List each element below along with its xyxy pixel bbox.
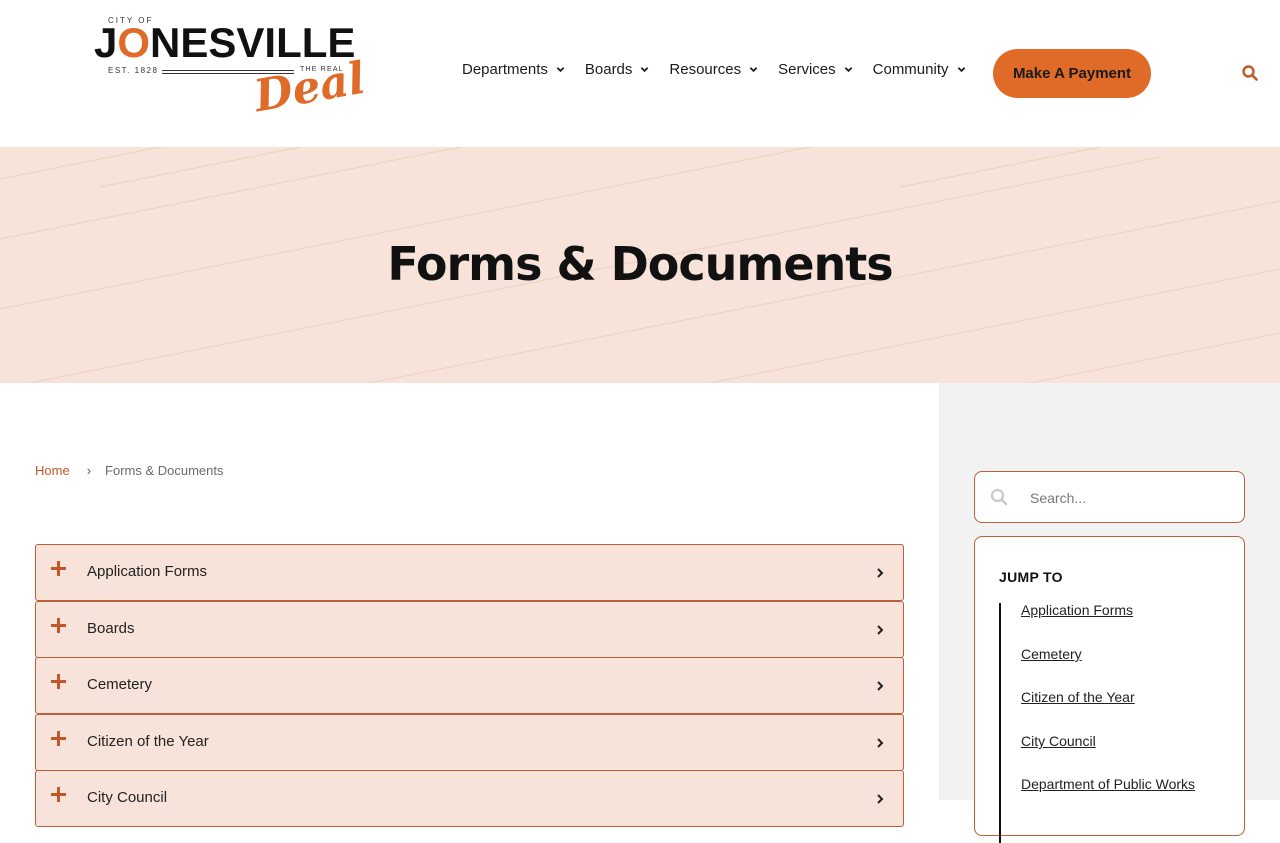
chevron-down-icon — [957, 66, 965, 72]
page-title: Forms & Documents — [387, 237, 893, 291]
sidebar-search-input[interactable] — [1030, 486, 1230, 510]
plus-icon — [51, 561, 67, 577]
plus-icon — [51, 674, 67, 690]
main-nav: Departments Boards Resources Services Co… — [462, 58, 986, 80]
nav-label: Departments — [462, 60, 548, 78]
breadcrumb-current: Forms & Documents — [105, 463, 224, 478]
chevron-right-icon — [877, 794, 884, 804]
accordion-label: Application Forms — [87, 563, 208, 580]
jump-to-title: JUMP TO — [999, 569, 1063, 585]
nav-departments[interactable]: Departments — [462, 58, 565, 80]
jump-link-citizen-of-the-year[interactable]: Citizen of the Year — [1021, 690, 1221, 704]
jump-link-city-council[interactable]: City Council — [1021, 734, 1221, 748]
chevron-right-icon — [877, 738, 884, 748]
accordion-item-cemetery[interactable]: Cemetery — [35, 657, 904, 714]
nav-label: Services — [778, 60, 836, 78]
breadcrumb: Home › Forms & Documents — [35, 463, 224, 478]
chevron-right-icon — [877, 625, 884, 635]
site-header: CITY OF JONESVILLE EST. 1828 THE REAL De… — [0, 0, 1280, 147]
nav-community[interactable]: Community — [873, 58, 966, 80]
search-icon — [990, 488, 1008, 506]
jump-to-rule — [999, 603, 1001, 843]
accordion-item-citizen-of-the-year[interactable]: Citizen of the Year — [35, 714, 904, 771]
chevron-down-icon — [641, 66, 649, 72]
nav-boards[interactable]: Boards — [585, 58, 650, 80]
plus-icon — [51, 787, 67, 803]
city-logo[interactable]: CITY OF JONESVILLE EST. 1828 THE REAL De… — [94, 16, 374, 124]
accordion-label: Boards — [87, 620, 135, 637]
breadcrumb-separator: › — [86, 463, 92, 478]
accordion-item-application-forms[interactable]: Application Forms — [35, 544, 904, 601]
accordion-item-city-council[interactable]: City Council — [35, 770, 904, 827]
chevron-down-icon — [556, 66, 565, 72]
accordion-label: Citizen of the Year — [87, 733, 209, 750]
chevron-down-icon — [844, 66, 852, 72]
chevron-right-icon — [877, 568, 884, 578]
logo-est: EST. 1828 — [108, 66, 159, 75]
accordion-label: Cemetery — [87, 676, 153, 693]
plus-icon — [51, 731, 67, 747]
chevron-down-icon — [749, 66, 758, 72]
search-icon[interactable] — [1241, 64, 1259, 82]
nav-label: Community — [872, 60, 949, 78]
nav-label: Boards — [584, 60, 633, 78]
jump-link-application-forms[interactable]: Application Forms — [1021, 603, 1221, 617]
main-content: Home › Forms & Documents Application For… — [0, 383, 939, 827]
nav-resources[interactable]: Resources — [669, 58, 758, 80]
logo-wordmark: JONESVILLE — [94, 19, 356, 66]
plus-icon — [51, 618, 67, 634]
jump-to-panel: JUMP TO Application Forms Cemetery Citiz… — [974, 536, 1245, 843]
nav-services[interactable]: Services — [778, 58, 853, 80]
jump-link-cemetery[interactable]: Cemetery — [1021, 647, 1221, 661]
accordion-item-boards[interactable]: Boards — [35, 601, 904, 658]
jump-link-department-of-public-works[interactable]: Department of Public Works — [1021, 777, 1221, 791]
page-hero: Forms & Documents — [0, 147, 1280, 383]
chevron-right-icon — [877, 681, 884, 691]
sidebar-search — [974, 471, 1245, 523]
breadcrumb-home-link[interactable]: Home — [35, 463, 70, 478]
nav-label: Resources — [669, 60, 742, 78]
accordion-label: City Council — [87, 789, 168, 806]
sidebar: JUMP TO Application Forms Cemetery Citiz… — [939, 383, 1280, 843]
make-payment-button[interactable]: Make A Payment — [993, 49, 1151, 98]
